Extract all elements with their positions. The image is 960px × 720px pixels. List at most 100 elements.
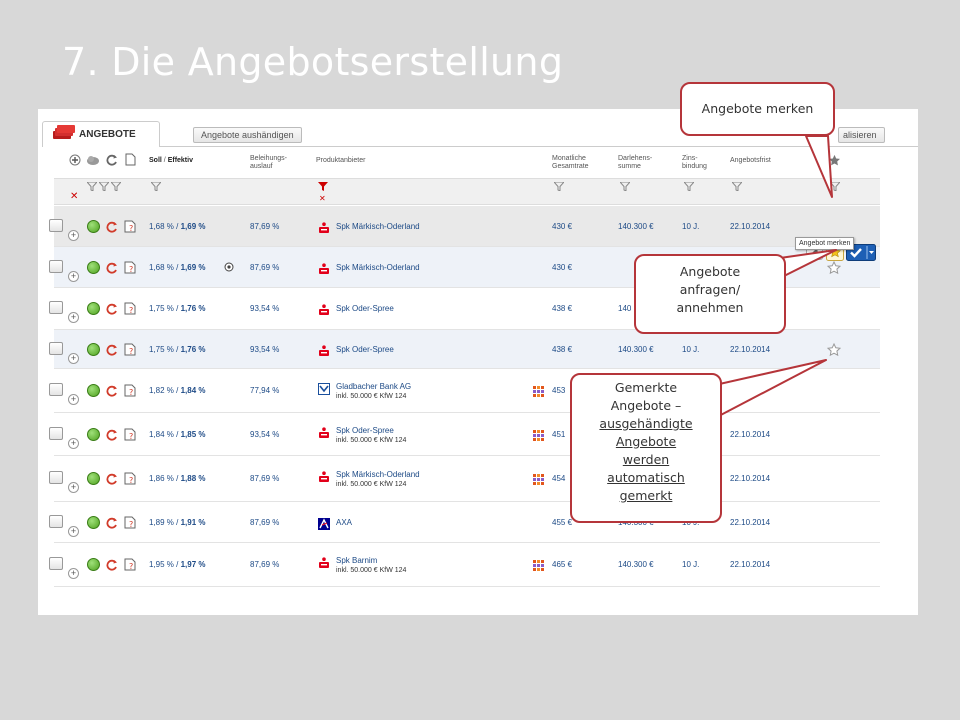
filter-icon[interactable]	[151, 182, 161, 191]
calculator-grid-icon[interactable]	[533, 429, 545, 441]
row-checkbox[interactable]	[49, 383, 63, 396]
star-outline-icon[interactable]	[826, 342, 842, 357]
table-row[interactable]: +? 1,95 % / 1,97 % 87,69 % Spk Barnim inkl. …	[49, 543, 880, 587]
document-question-icon[interactable]: ?	[124, 261, 137, 274]
svg-text:?: ?	[129, 562, 133, 571]
refresh-icon[interactable]	[106, 428, 118, 441]
refresh-icon[interactable]	[106, 261, 118, 274]
document-question-icon[interactable]: ?	[124, 428, 137, 441]
table-row[interactable]: +?1,89 % / 1,91 %87,69 %AXA455 €140.300 …	[49, 502, 880, 543]
monthly-cell: 438 €	[552, 345, 573, 354]
provider-cell[interactable]: Spk Märkisch-Oderland	[336, 263, 420, 272]
table-row[interactable]: +? 1,84 % / 1,85 % 93,54 % Spk Oder-Spree in…	[49, 413, 880, 456]
col-provider-header[interactable]: Produktanbieter	[316, 157, 365, 165]
refresh-icon[interactable]	[106, 558, 118, 571]
refresh-icon[interactable]	[106, 384, 118, 397]
filter-icon[interactable]	[620, 182, 630, 191]
row-checkbox[interactable]	[49, 260, 63, 273]
clear-filter-icon[interactable]: ✕	[319, 194, 326, 204]
clear-filter-icon[interactable]: ✕	[70, 192, 78, 202]
callout-anfragen-line: annehmen	[676, 300, 744, 315]
document-question-icon[interactable]: ?	[124, 220, 137, 233]
expand-row-icon[interactable]: +	[68, 312, 79, 323]
provider-cell[interactable]: AXA	[336, 518, 352, 527]
filter-icon[interactable]	[830, 182, 840, 191]
filter-icon[interactable]	[99, 182, 109, 191]
row-checkbox[interactable]	[49, 471, 63, 484]
refresh-icon[interactable]	[106, 472, 118, 485]
filter-icon[interactable]	[554, 182, 564, 191]
document-question-icon[interactable]: ?	[124, 472, 137, 485]
monthly-cell: 465 €	[552, 560, 573, 569]
calculator-grid-icon[interactable]	[533, 385, 545, 397]
bank-logo-icon	[318, 262, 330, 274]
handout-offers-button[interactable]: Angebote aushändigen	[193, 127, 302, 143]
rate-sep: /	[173, 263, 181, 272]
row-checkbox[interactable]	[49, 427, 63, 440]
expand-row-icon[interactable]: +	[68, 230, 79, 241]
refresh-icon[interactable]	[106, 302, 118, 315]
filter-icon[interactable]	[732, 182, 742, 191]
document-question-icon[interactable]: ?	[124, 384, 137, 397]
document-icon[interactable]	[124, 153, 136, 166]
monthly-cell: 454	[552, 474, 566, 483]
provider-cell[interactable]: Spk Barnim	[336, 556, 377, 565]
star-header-icon[interactable]	[828, 154, 841, 167]
table-row[interactable]: +? 1,82 % / 1,84 % 77,94 % Gladbacher Bank …	[49, 369, 880, 413]
document-question-icon[interactable]: ?	[124, 302, 137, 315]
calculator-grid-icon[interactable]	[533, 473, 545, 485]
table-row[interactable]: +? 1,75 % / 1,76 % 93,54 % Spk Oder-Spree 43…	[49, 330, 880, 369]
expand-row-icon[interactable]: +	[68, 394, 79, 405]
table-row[interactable]: +? 1,86 % / 1,88 % 87,69 % Spk Märkisch-Ode…	[49, 456, 880, 502]
tab-angebote[interactable]: ANGEBOTE	[42, 121, 160, 147]
refresh-icon[interactable]	[106, 154, 118, 166]
refresh-icon[interactable]	[106, 343, 118, 356]
filter-icon[interactable]	[87, 182, 97, 191]
expand-row-icon[interactable]: +	[68, 568, 79, 579]
document-question-icon[interactable]: ?	[124, 343, 137, 356]
row-checkbox[interactable]	[49, 342, 63, 355]
provider-cell[interactable]: Spk Oder-Spree	[336, 345, 394, 354]
rate-soll: 1,68 %	[149, 263, 174, 272]
expand-row-icon[interactable]: +	[68, 271, 79, 282]
refresh-icon[interactable]	[106, 516, 118, 529]
document-question-icon[interactable]: ?	[124, 558, 137, 571]
col-loan-header[interactable]: Darlehens- summe	[618, 155, 652, 171]
provider-cell[interactable]: Spk Märkisch-Oderland	[336, 470, 420, 479]
expand-row-icon[interactable]: +	[68, 353, 79, 364]
provider-cell[interactable]: Spk Märkisch-Oderland	[336, 222, 420, 231]
row-checkbox[interactable]	[49, 301, 63, 314]
col-rate-header[interactable]: Soll / Effektiv	[149, 157, 193, 165]
provider-cell[interactable]: Spk Oder-Spree	[336, 426, 394, 435]
fix-cell: 10 J.	[682, 560, 700, 569]
svg-text:?: ?	[129, 520, 133, 529]
expand-row-icon[interactable]: +	[68, 482, 79, 493]
row-checkbox[interactable]	[49, 219, 63, 232]
star-outline-icon[interactable]	[826, 260, 842, 275]
filter-icon[interactable]	[684, 182, 694, 191]
ltv-cell: 93,54 %	[250, 430, 280, 439]
document-question-icon[interactable]: ?	[124, 516, 137, 529]
add-circle-icon[interactable]	[69, 154, 81, 166]
provider-cell[interactable]: Gladbacher Bank AG	[336, 382, 411, 391]
col-fix-header[interactable]: Zins- bindung	[682, 155, 707, 171]
ltv-cell: 93,54 %	[250, 304, 280, 313]
calculator-grid-icon[interactable]	[533, 559, 545, 571]
rate-soll: 1,68 %	[149, 222, 174, 231]
col-monthly-header[interactable]: Monatliche Gesamtrate	[552, 155, 589, 171]
table-row[interactable]: +? 1,68 % / 1,69 % 87,69 % Spk Märkisch-Ode…	[49, 206, 880, 247]
col-ltv-header[interactable]: Beleihungs- auslauf	[250, 155, 287, 171]
filter-icon[interactable]	[111, 182, 121, 191]
expand-row-icon[interactable]: +	[68, 438, 79, 449]
cloud-icon[interactable]	[86, 154, 100, 166]
refresh-icon[interactable]	[106, 220, 118, 233]
expand-row-icon[interactable]: +	[68, 526, 79, 537]
refresh-button[interactable]: alisieren	[838, 127, 885, 143]
row-checkbox[interactable]	[49, 515, 63, 528]
provider-cell[interactable]: Spk Oder-Spree	[336, 304, 394, 313]
row-checkbox[interactable]	[49, 557, 63, 570]
table-header: Soll / Effektiv Beleihungs- auslauf Prod…	[54, 145, 880, 179]
col-deadline-header[interactable]: Angebotsfrist	[730, 157, 771, 165]
bank-logo-icon	[318, 344, 330, 356]
filter-active-icon[interactable]	[318, 182, 328, 191]
